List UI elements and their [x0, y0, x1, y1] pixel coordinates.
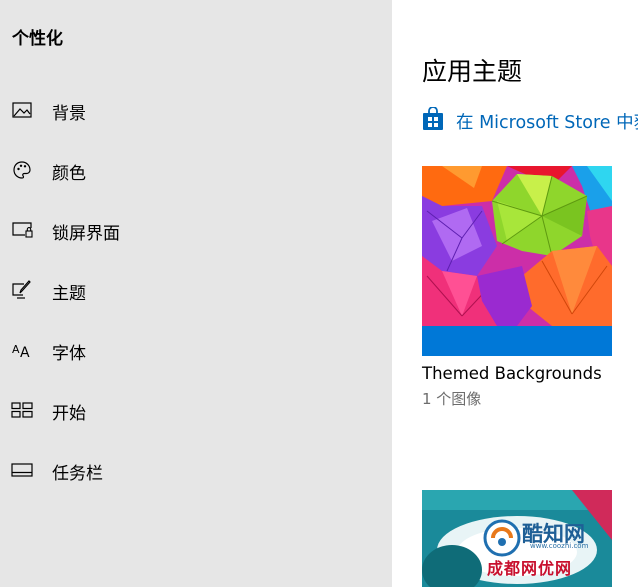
lock-screen-icon: [11, 220, 33, 240]
sidebar-item-label: 任务栏: [52, 464, 103, 484]
sidebar-item-fonts[interactable]: AA 字体: [0, 328, 392, 372]
sidebar-item-start[interactable]: 开始: [0, 388, 392, 432]
sidebar-item-label: 锁屏界面: [52, 224, 120, 244]
sidebar-item-themes[interactable]: 主题: [0, 268, 392, 312]
sidebar-item-label: 背景: [52, 104, 86, 124]
sidebar-item-label: 开始: [52, 404, 86, 424]
sidebar-item-label: 颜色: [52, 164, 86, 184]
microsoft-store-link[interactable]: 在 Microsoft Store 中获: [422, 106, 638, 135]
theme-name: Themed Backgrounds: [422, 364, 602, 383]
theme-brush-icon: [11, 280, 33, 300]
watermark-line3: 成都网优网: [487, 559, 573, 578]
sidebar-item-label: 主题: [52, 284, 86, 304]
svg-text:A: A: [12, 343, 20, 356]
start-grid-icon: [11, 400, 33, 420]
main-panel: 应用主题 在 Microsoft Store 中获 Themed Backgro…: [392, 0, 638, 587]
taskbar-icon: [11, 460, 33, 480]
sidebar-item-label: 字体: [52, 344, 86, 364]
watermark: 酷知网 www.coozhi.com 成都网优网: [422, 506, 612, 587]
store-bag-icon: [422, 106, 444, 135]
theme-thumbnail-themed-backgrounds[interactable]: [422, 166, 612, 356]
page-title: 应用主题: [422, 57, 523, 86]
sidebar-title: 个性化: [12, 29, 63, 49]
sidebar-item-colors[interactable]: 颜色: [0, 148, 392, 192]
theme-image-count: 1 个图像: [422, 390, 482, 408]
sidebar-item-taskbar[interactable]: 任务栏: [0, 448, 392, 492]
sidebar-item-lock-screen[interactable]: 锁屏界面: [0, 208, 392, 252]
image-icon: [11, 100, 33, 120]
palette-icon: [11, 160, 33, 180]
umbrellas-image: [422, 166, 612, 356]
sidebar-item-background[interactable]: 背景: [0, 88, 392, 132]
store-link-label: 在 Microsoft Store 中获: [456, 112, 638, 133]
font-icon: AA: [11, 340, 33, 360]
svg-text:A: A: [20, 345, 30, 359]
watermark-line2: www.coozhi.com: [530, 542, 589, 550]
sidebar: 个性化 背景 颜色 锁屏界面 主题 AA 字体 开始 任务栏: [0, 0, 392, 587]
